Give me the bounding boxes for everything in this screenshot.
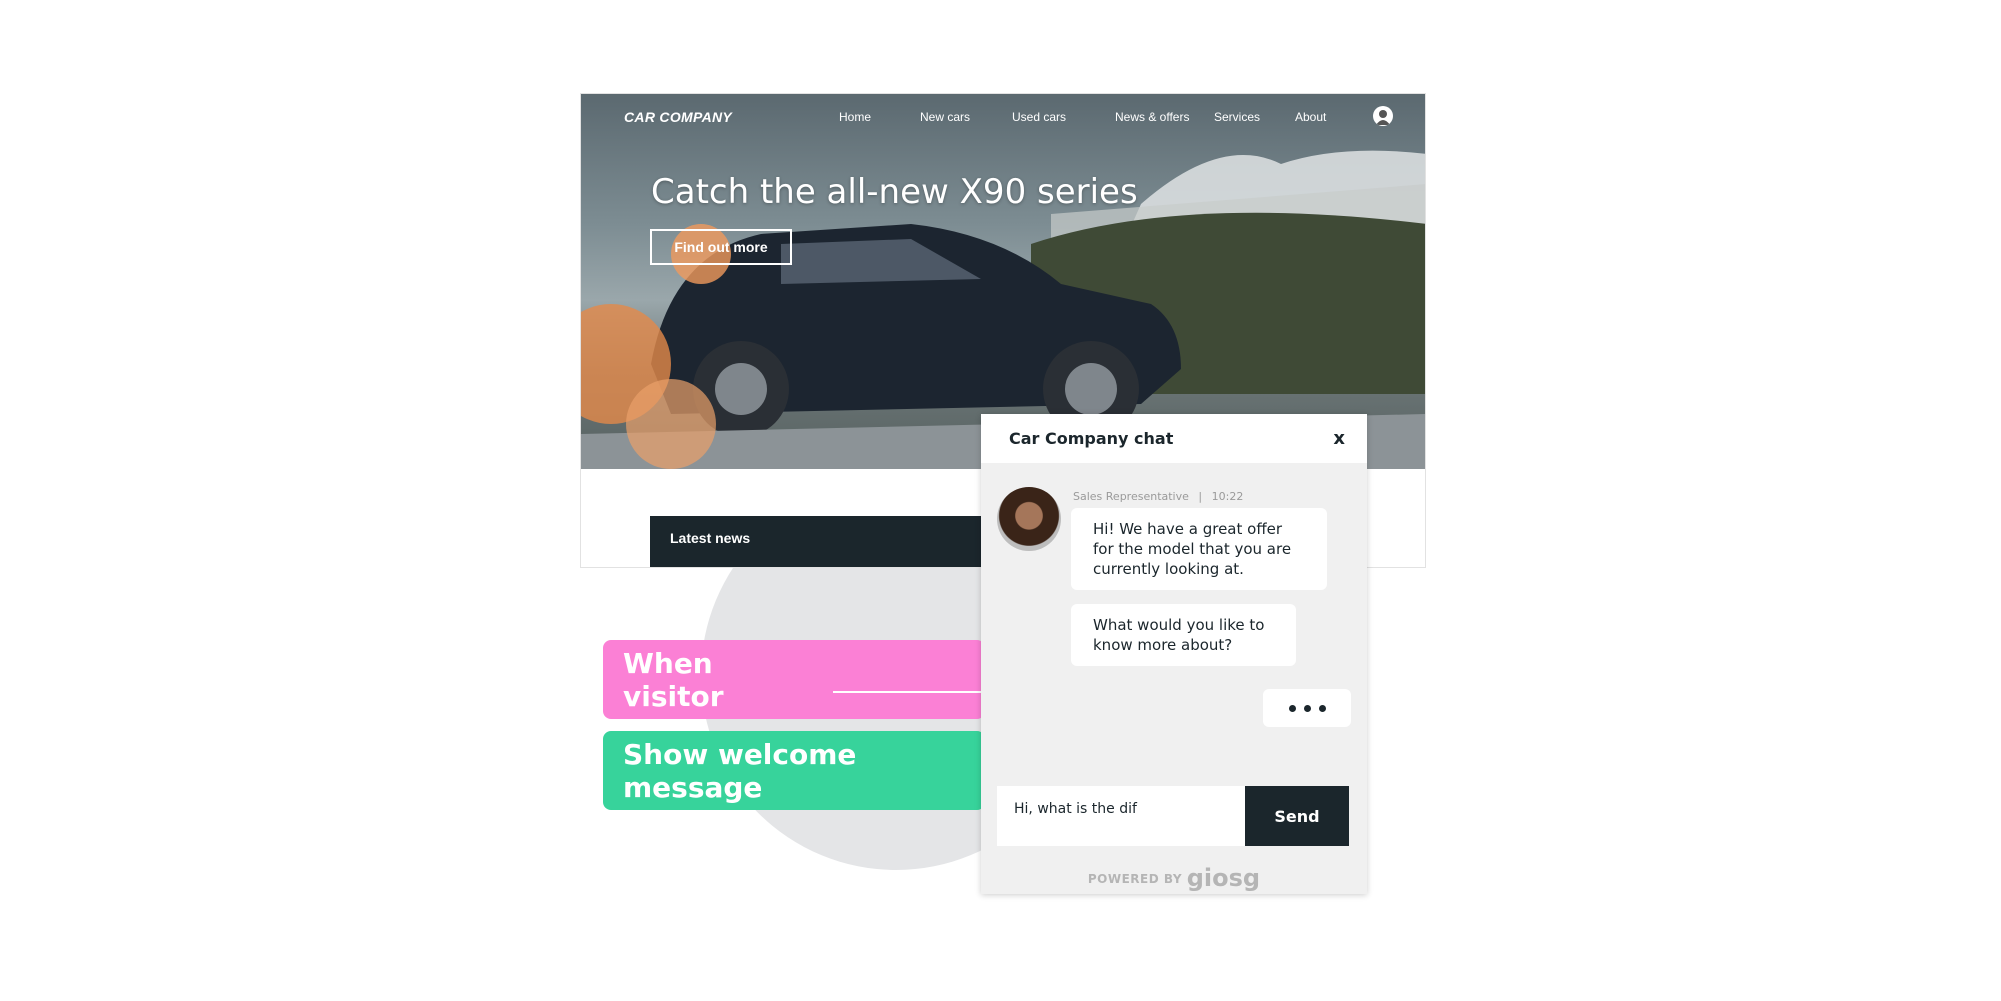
nav-new-cars[interactable]: New cars: [920, 110, 970, 124]
chat-message: Hi! We have a great offer for the model …: [1071, 508, 1327, 590]
user-circle-icon[interactable]: [1373, 106, 1393, 126]
giosg-logo: giosg: [1186, 864, 1261, 892]
avatar: [997, 487, 1061, 551]
send-button[interactable]: Send: [1245, 786, 1349, 846]
message-time: 10:22: [1211, 490, 1244, 503]
nav-news-offers[interactable]: News & offers: [1115, 110, 1189, 124]
site-logo[interactable]: CAR COMPANY: [624, 109, 732, 125]
hero-headline: Catch the all-new X90 series: [651, 172, 1138, 212]
hero-image: [581, 150, 1425, 469]
chat-title: Car Company chat: [1009, 429, 1174, 448]
nav-about[interactable]: About: [1295, 110, 1326, 124]
meta-separator: |: [1198, 490, 1203, 503]
nav-services[interactable]: Services: [1214, 110, 1260, 124]
agent-role: Sales Representative: [1073, 490, 1189, 503]
powered-by-label: POWERED BY: [1087, 872, 1183, 886]
action-rule-block[interactable]: Show welcome message: [603, 731, 985, 810]
nav-used-cars[interactable]: Used cars: [1012, 110, 1066, 124]
typing-indicator: [1263, 689, 1351, 727]
trigger-rule-block[interactable]: When visitor: [603, 640, 985, 719]
close-icon[interactable]: x: [1333, 428, 1345, 449]
latest-news-section[interactable]: Latest news: [650, 516, 981, 567]
chat-message-input[interactable]: [997, 786, 1245, 846]
message-meta: Sales Representative | 10:22: [1073, 490, 1243, 503]
trigger-blank-field[interactable]: [833, 667, 985, 693]
chat-header: Car Company chat x: [981, 414, 1367, 463]
trigger-label: When visitor: [623, 646, 724, 713]
nav-home[interactable]: Home: [839, 110, 871, 124]
action-label: Show welcome message: [623, 737, 857, 804]
hero-banner: CAR COMPANY Home New cars Used cars News…: [581, 94, 1425, 469]
chat-message: What would you like to know more about?: [1071, 604, 1296, 666]
chat-widget: Car Company chat x Sales Representative …: [981, 414, 1367, 894]
find-out-more-button[interactable]: Find out more: [650, 229, 792, 265]
powered-by[interactable]: POWERED BY giosg: [981, 864, 1367, 892]
